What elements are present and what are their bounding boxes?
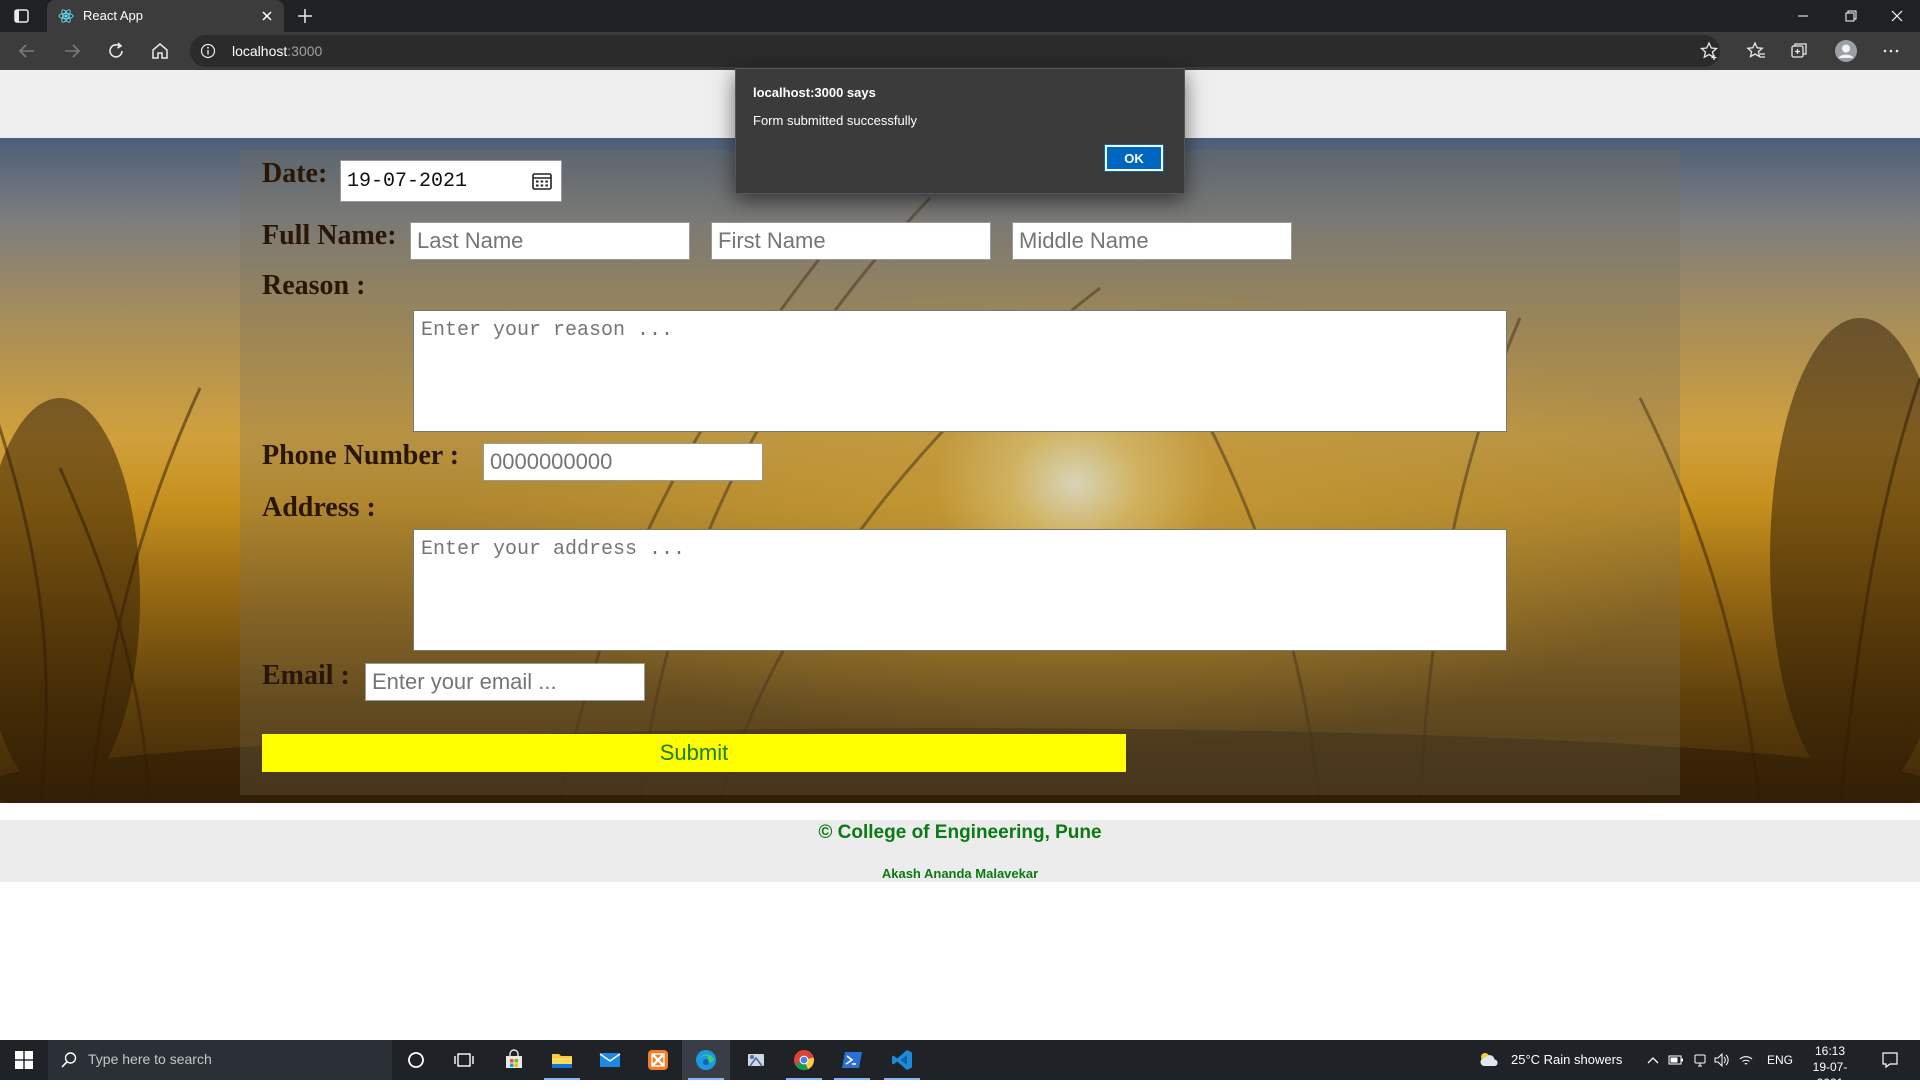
back-icon[interactable] <box>16 40 38 62</box>
notifications-icon[interactable] <box>1870 1040 1910 1080</box>
wifi-icon[interactable] <box>1734 1040 1758 1080</box>
first-name-input[interactable]: First Name <box>711 222 991 260</box>
weather-icon[interactable] <box>1474 1040 1504 1080</box>
tab-title: React App <box>83 8 143 23</box>
address-textarea[interactable]: Enter your address ... <box>413 529 1507 651</box>
url-text: localhost:3000 <box>232 43 323 59</box>
vscode-icon[interactable] <box>878 1040 926 1080</box>
taskbar-search-box[interactable]: Type here to search <box>48 1040 392 1080</box>
battery-icon[interactable] <box>1664 1040 1688 1080</box>
submit-button[interactable]: Submit <box>262 734 1126 772</box>
task-view-icon[interactable] <box>440 1040 488 1080</box>
weather-text[interactable]: 25°C Rain showers <box>1511 1052 1622 1067</box>
date-label: Date: <box>262 158 328 189</box>
collections-icon[interactable] <box>1788 40 1810 62</box>
date-value: 19-07-2021 <box>347 169 468 193</box>
close-tab-icon[interactable] <box>258 7 276 25</box>
file-explorer-icon[interactable] <box>538 1040 586 1080</box>
tray-overflow-chevron-icon[interactable] <box>1640 1040 1666 1080</box>
snipping-tool-icon[interactable] <box>732 1040 780 1080</box>
mail-icon[interactable] <box>586 1040 634 1080</box>
restore-icon[interactable] <box>1828 0 1874 32</box>
page-footer: © College of Engineering, Pune Akash Ana… <box>0 820 1920 882</box>
dialog-message: Form submitted successfully <box>753 113 917 128</box>
home-icon[interactable] <box>149 40 171 62</box>
phone-label: Phone Number : <box>262 440 460 471</box>
last-name-input[interactable]: Last Name <box>410 222 690 260</box>
form-panel: Date: 19-07-2021 Full Name: Last Name Fi… <box>240 150 1680 795</box>
calendar-icon[interactable] <box>531 170 553 192</box>
email-label: Email : <box>262 660 350 691</box>
clock-time: 16:13 <box>1814 1044 1846 1058</box>
middle-name-input[interactable]: Middle Name <box>1012 222 1292 260</box>
clock-date: 19-07-2021 <box>1812 1060 1848 1090</box>
new-tab-icon[interactable] <box>295 6 315 26</box>
minimize-icon[interactable] <box>1780 0 1826 32</box>
email-input[interactable]: Enter your email ... <box>365 663 645 701</box>
address-bar[interactable]: localhost:3000 <box>190 35 1720 67</box>
meet-now-icon[interactable] <box>1688 1040 1712 1080</box>
chrome-icon[interactable] <box>780 1040 828 1080</box>
browser-toolbar: localhost:3000 <box>0 32 1920 70</box>
site-info-icon[interactable] <box>200 43 216 59</box>
browser-tab-strip: React App <box>0 0 1920 32</box>
taskbar-search-placeholder: Type here to search <box>88 1051 212 1067</box>
react-icon <box>58 8 74 24</box>
taskbar-clock[interactable]: 16:13 19-07-2021 <box>1800 1043 1860 1091</box>
xampp-icon[interactable] <box>634 1040 682 1080</box>
address-label: Address : <box>262 492 376 523</box>
forward-icon[interactable] <box>61 40 83 62</box>
store-icon[interactable] <box>490 1040 538 1080</box>
footer-copyright: © College of Engineering, Pune <box>818 822 1102 843</box>
date-input[interactable]: 19-07-2021 <box>340 160 562 202</box>
edge-icon[interactable] <box>682 1040 730 1080</box>
close-window-icon[interactable] <box>1874 0 1920 32</box>
windows-start-icon[interactable] <box>0 1040 48 1080</box>
browser-tab[interactable]: React App <box>47 0 284 32</box>
cortana-icon[interactable] <box>392 1040 440 1080</box>
windows-taskbar: Type here to search 25°C Rain showers EN… <box>0 1040 1920 1090</box>
more-menu-icon[interactable] <box>1880 40 1902 62</box>
hero-background: Date: 19-07-2021 Full Name: Last Name Fi… <box>0 138 1920 803</box>
reason-textarea[interactable]: Enter your reason ... <box>413 310 1507 432</box>
favorites-icon[interactable] <box>1745 40 1767 62</box>
dialog-title: localhost:3000 says <box>753 85 876 100</box>
alert-dialog: localhost:3000 says Form submitted succe… <box>735 68 1185 194</box>
search-icon <box>60 1051 78 1069</box>
language-indicator[interactable]: ENG <box>1767 1053 1793 1067</box>
volume-icon[interactable] <box>1710 1040 1734 1080</box>
full-name-label: Full Name: <box>262 220 397 251</box>
tab-actions-icon[interactable] <box>12 7 32 25</box>
footer-author: Akash Ananda Malavekar <box>881 866 1039 881</box>
phone-input[interactable]: 0000000000 <box>483 443 763 481</box>
profile-avatar-icon[interactable] <box>1834 39 1858 63</box>
powershell-icon[interactable] <box>828 1040 876 1080</box>
dialog-ok-button[interactable]: OK <box>1104 144 1164 172</box>
add-favorite-icon[interactable] <box>1698 40 1720 62</box>
refresh-icon[interactable] <box>105 40 127 62</box>
reason-label: Reason : <box>262 270 366 301</box>
